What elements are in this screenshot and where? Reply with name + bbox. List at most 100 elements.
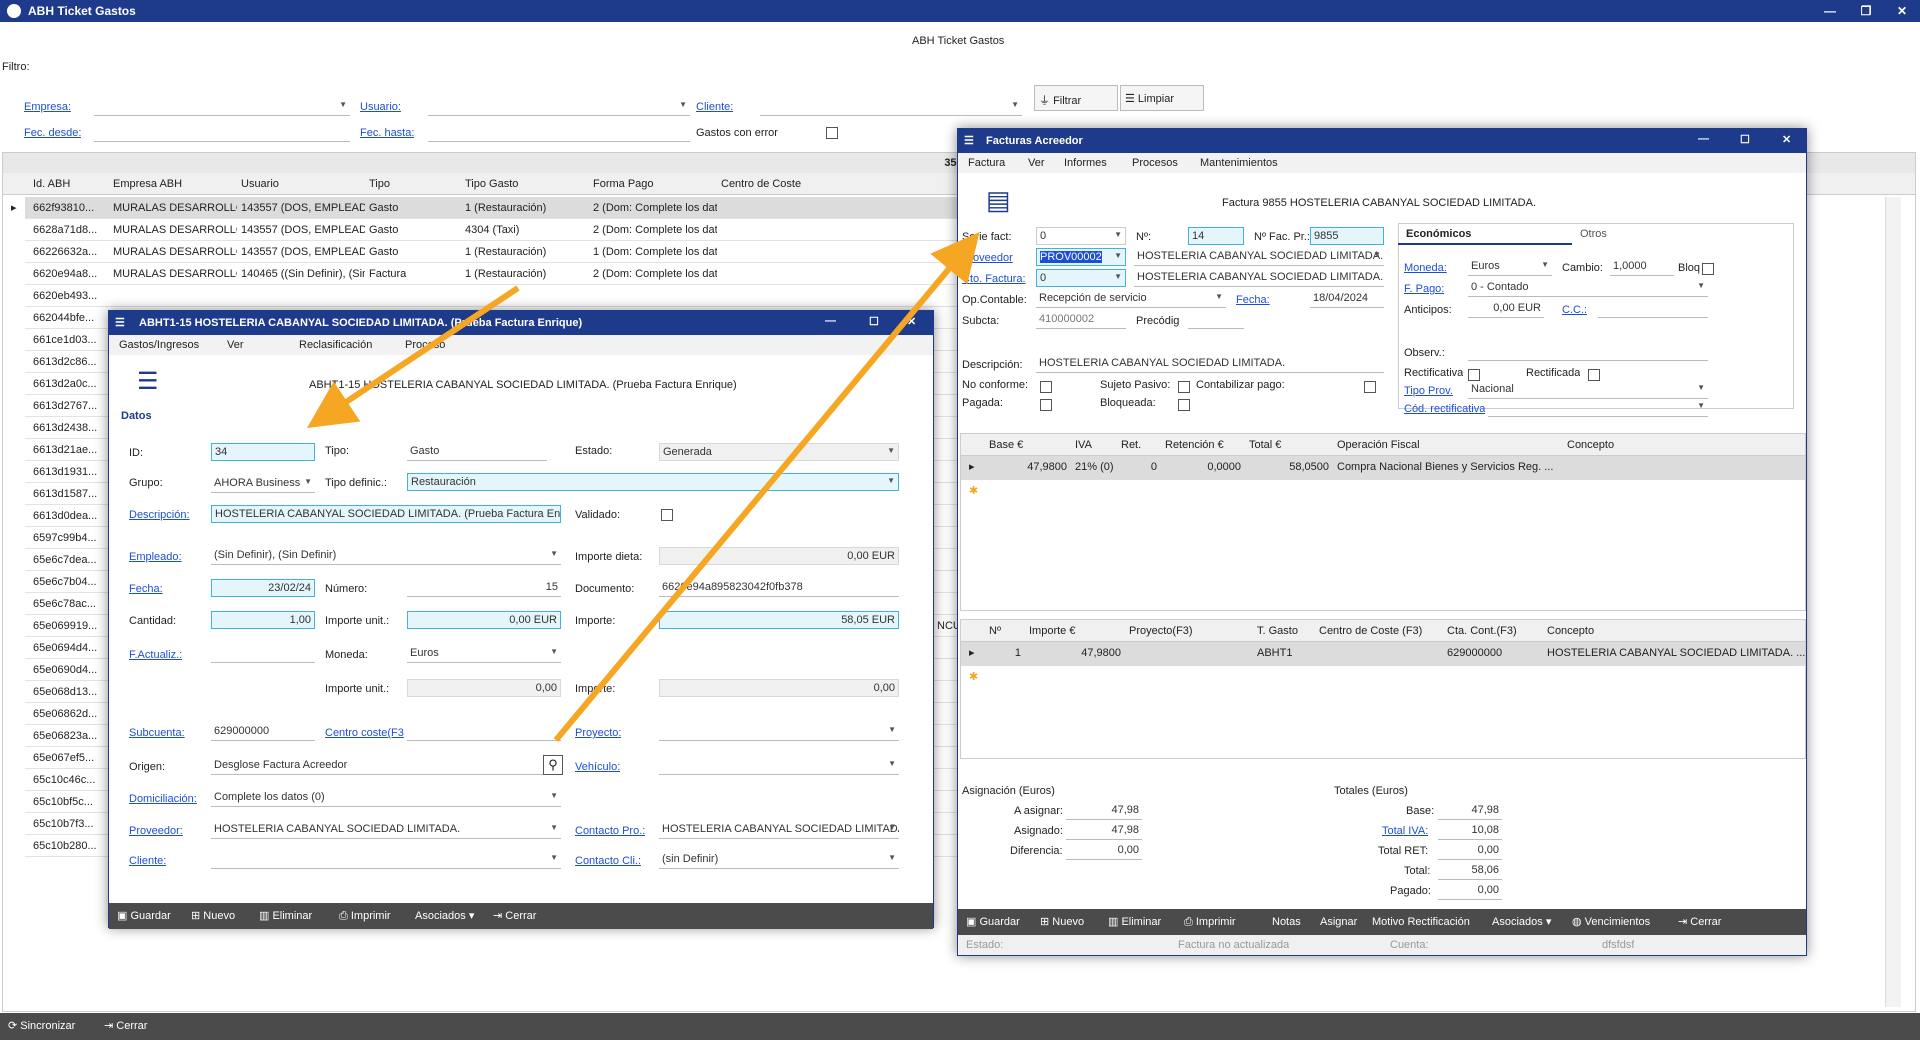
col-base[interactable]: Base € — [985, 434, 1071, 456]
grid-cell[interactable] — [461, 285, 589, 307]
fec-desde-input[interactable] — [94, 124, 350, 142]
noconf-checkbox[interactable] — [1040, 381, 1052, 393]
grid-cell[interactable]: Gasto — [365, 241, 461, 263]
nuevo-button[interactable]: ⊞ Nuevo — [191, 903, 235, 929]
ccoste-field[interactable] — [407, 723, 561, 741]
precodig-field[interactable] — [1188, 311, 1244, 329]
guardar-button[interactable]: ▣ Guardar — [117, 903, 171, 929]
maximize-icon[interactable]: ☐ — [869, 315, 879, 328]
bloqueada-checkbox[interactable] — [1178, 399, 1190, 411]
minimize-icon[interactable]: — — [1812, 0, 1848, 22]
filtrar-button[interactable]: ⏚ Filtrar — [1034, 85, 1118, 111]
grid-cell[interactable]: MURALAS DESARROLLOS ... — [109, 241, 237, 263]
cantidad-field[interactable]: 1,00 — [211, 611, 315, 629]
eliminar-button[interactable]: ▥ Eliminar — [259, 903, 312, 929]
ccoste-label[interactable]: Centro coste(F3 — [325, 727, 404, 739]
cliente-label[interactable]: Cliente: — [696, 101, 733, 113]
tab-otros[interactable]: Otros — [1572, 223, 1692, 245]
col-iva[interactable]: IVA — [1071, 434, 1117, 456]
tipoprov-select[interactable]: Nacional ▼ — [1468, 381, 1708, 399]
cell-total[interactable]: 58,0500 — [1245, 456, 1333, 478]
cliente-select[interactable]: ▼ — [760, 98, 1022, 116]
usuario-label[interactable]: Usuario: — [360, 101, 401, 113]
tab-economicos[interactable]: Económicos — [1398, 223, 1572, 245]
grid-cell[interactable]: 65e068d13... — [29, 681, 109, 703]
ctofac-select[interactable]: 0 ▼ — [1036, 269, 1126, 287]
nuevo2-button[interactable]: ⊞ Nuevo — [1040, 909, 1084, 935]
grid-cell[interactable]: 65c10c46c... — [29, 769, 109, 791]
tipodef-select[interactable]: Restauración ▼ — [407, 473, 899, 491]
grid-cell[interactable]: 6613d1587... — [29, 483, 109, 505]
proyecto-label[interactable]: Proyecto: — [575, 727, 621, 739]
bloq2-checkbox[interactable] — [1702, 263, 1714, 275]
grid-scrollbar[interactable] — [1885, 197, 1901, 1007]
sujpas-checkbox[interactable] — [1178, 381, 1190, 393]
grid-cell[interactable]: 6613d2767... — [29, 395, 109, 417]
close-icon[interactable]: ✕ — [1782, 133, 1791, 146]
guardar2-button[interactable]: ▣ Guardar — [966, 909, 1020, 935]
cliente-label-w1[interactable]: Cliente: — [129, 855, 166, 867]
close-icon[interactable]: ✕ — [907, 315, 916, 328]
grid-cell[interactable]: 65c10b280... — [29, 835, 109, 857]
grid-cell[interactable] — [109, 285, 237, 307]
grid-cell[interactable]: 65e06823a... — [29, 725, 109, 747]
col-concepto[interactable]: Concepto — [1563, 434, 1803, 456]
grid-cell[interactable]: 2 (Dom: Complete los dat... — [589, 219, 717, 241]
grid-col-5[interactable]: Forma Pago — [589, 173, 717, 195]
grid-cell[interactable]: 65e6c7b04... — [29, 571, 109, 593]
grid-cell[interactable]: 65e6c78ac... — [29, 593, 109, 615]
fec-hasta-label[interactable]: Fec. hasta: — [360, 127, 414, 139]
fecha2-field[interactable]: 18/04/2024 — [1310, 290, 1384, 308]
factualiz-label[interactable]: F.Actualiz.: — [129, 649, 182, 661]
grid-cell[interactable] — [237, 285, 365, 307]
grid-cell[interactable]: 4304 (Taxi) — [461, 219, 589, 241]
limpiar-button[interactable]: ☰ Limpiar — [1120, 85, 1204, 111]
cell-tgasto[interactable]: ABHT1 — [1253, 642, 1315, 664]
prov-select[interactable]: PROV00002 ▼ — [1036, 248, 1126, 266]
col-opfiscal[interactable]: Operación Fiscal — [1333, 434, 1563, 456]
vencimientos-button[interactable]: ◍ Vencimientos — [1572, 909, 1650, 935]
grid-cell[interactable]: 6597c99b4... — [29, 527, 109, 549]
estado-select[interactable]: Generada ▼ — [659, 443, 899, 461]
codrect-label[interactable]: Cód. rectificativa — [1404, 403, 1485, 415]
grid-cell[interactable]: 65e0694d4... — [29, 637, 109, 659]
cell-importe[interactable]: 47,9800 — [1025, 642, 1125, 664]
empresa-select[interactable]: ▼ — [94, 98, 350, 116]
grid-cell[interactable]: 66226632a... — [29, 241, 109, 263]
cliente-select-w1[interactable]: ▼ — [211, 851, 561, 869]
proveedor-label[interactable]: Proveedor: — [129, 825, 183, 837]
asignar-button[interactable]: Asignar — [1320, 909, 1357, 935]
contab-checkbox[interactable] — [1364, 381, 1376, 393]
grid-cell[interactable]: 6613d1931... — [29, 461, 109, 483]
rectificativa-checkbox[interactable] — [1468, 369, 1480, 381]
col-n[interactable]: Nº — [985, 620, 1025, 642]
usuario-select[interactable]: ▼ — [428, 98, 690, 116]
grid-cell[interactable]: 1 (Restauración) — [461, 263, 589, 285]
rectificada-checkbox[interactable] — [1588, 369, 1600, 381]
close-main-button[interactable]: ⇥ Cerrar — [104, 1013, 147, 1039]
col-proyecto[interactable]: Proyecto(F3) — [1125, 620, 1253, 642]
empleado-label[interactable]: Empleado: — [129, 551, 182, 563]
cerrar-button[interactable]: ⇥ Cerrar — [493, 903, 536, 929]
cell-opfiscal[interactable]: Compra Nacional Bienes y Servicios Reg. … — [1333, 456, 1563, 478]
observ-field[interactable] — [1468, 343, 1708, 361]
sync-button[interactable]: ⟳ Sincronizar — [8, 1013, 75, 1039]
grid-cell[interactable]: 65e069919... — [29, 615, 109, 637]
col-ret[interactable]: Ret. — [1117, 434, 1161, 456]
menu-reclasificacion[interactable]: Reclasificación — [299, 339, 372, 351]
grid-cell[interactable]: MURALAS DESARROLLOS ... — [109, 197, 237, 219]
motivo-button[interactable]: Motivo Rectificación — [1372, 909, 1470, 935]
cambio-field[interactable]: 1,0000 — [1610, 258, 1674, 276]
validado-checkbox[interactable] — [661, 509, 673, 521]
new-row-icon[interactable]: ✱ — [965, 666, 982, 688]
grid-cell[interactable]: MURALAS DESARROLLOS ... — [109, 219, 237, 241]
menu-mantenimientos[interactable]: Mantenimientos — [1200, 157, 1278, 169]
cell-base[interactable]: 47,9800 — [985, 456, 1071, 478]
grid-col-2[interactable]: Usuario — [237, 173, 365, 195]
grid-cell[interactable]: 6613d2438... — [29, 417, 109, 439]
grid-col-6[interactable]: Centro de Coste — [717, 173, 837, 195]
grid-cell[interactable]: 6613d2c86... — [29, 351, 109, 373]
grid-cell[interactable]: 143557 (DOS, EMPLEADO) — [237, 219, 365, 241]
ctofac-label[interactable]: Cto. Factura: — [962, 273, 1026, 285]
cc-label[interactable]: C.C.: — [1562, 304, 1587, 316]
